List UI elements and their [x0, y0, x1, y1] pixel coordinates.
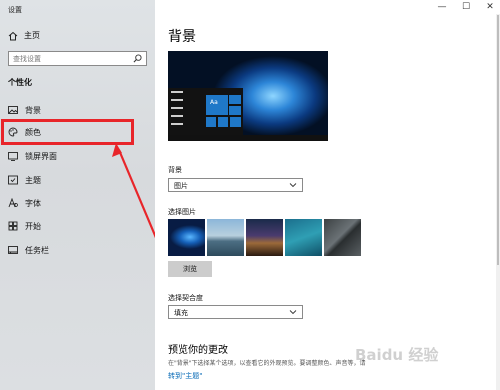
sidebar-item-label: 背景 — [25, 105, 41, 115]
preview-tile — [229, 106, 241, 115]
sidebar-item-label: 开始 — [25, 221, 41, 231]
scrollbar-thumb[interactable] — [497, 15, 499, 265]
browse-button[interactable]: 浏览 — [168, 261, 212, 277]
sidebar-item-fonts[interactable]: 字体 — [0, 193, 155, 213]
preview-changes-title: 预览你的更改 — [168, 345, 228, 356]
chevron-down-icon — [289, 181, 297, 189]
image-icon — [8, 105, 18, 115]
page-title: 背景 — [168, 29, 196, 45]
picture-thumbnail[interactable] — [207, 219, 244, 256]
minimize-button[interactable]: — — [435, 2, 449, 12]
home-link[interactable]: 主页 — [8, 30, 40, 41]
sidebar-item-label: 主题 — [25, 175, 41, 185]
close-button[interactable]: ✕ — [483, 2, 497, 12]
picture-thumbnail[interactable] — [246, 219, 283, 256]
search-icon — [133, 54, 142, 63]
preview-menu-line — [171, 91, 183, 93]
sidebar-item-start[interactable]: 开始 — [0, 216, 155, 236]
preview-menu-line — [171, 107, 183, 109]
sidebar-item-themes[interactable]: 主题 — [0, 170, 155, 190]
preview-menu-line — [171, 123, 183, 125]
preview-tile: Aa — [206, 95, 228, 115]
background-dropdown[interactable]: 图片 — [168, 178, 303, 192]
chevron-down-icon — [289, 308, 297, 316]
taskbar-icon — [8, 245, 18, 255]
main-content: — ☐ ✕ 背景 Aa 背景 图片 选择图片 浏览 选择契合度 填充 预览你的更… — [155, 0, 500, 390]
sidebar-item-label: 任务栏 — [25, 245, 49, 255]
preview-changes-description: 在"背景"下选择某个选项，以查看它的外观预览。要调整颜色、声音等，请 — [168, 360, 366, 367]
home-icon — [8, 31, 18, 41]
sidebar: 设置 主页 查找设置 个性化 背景 颜色 锁屏界面 主题 字体 开始 任务栏 — [0, 0, 155, 390]
background-value: 图片 — [174, 182, 188, 190]
home-label: 主页 — [24, 31, 40, 40]
picture-thumbnail[interactable] — [324, 219, 361, 256]
background-preview: Aa — [168, 51, 328, 141]
font-icon — [8, 198, 18, 208]
preview-menu-line — [171, 115, 183, 117]
theme-icon — [8, 175, 18, 185]
go-to-themes-link[interactable]: 转到"主题" — [168, 371, 202, 381]
preview-tile — [230, 117, 241, 127]
preview-tile — [218, 117, 228, 127]
preview-menu-line — [171, 99, 183, 101]
fit-dropdown[interactable]: 填充 — [168, 305, 303, 319]
picture-thumbnail[interactable] — [285, 219, 322, 256]
preview-tile — [206, 117, 216, 127]
watermark: Baidu 经验 — [355, 346, 439, 364]
sidebar-item-taskbar[interactable]: 任务栏 — [0, 240, 155, 260]
sidebar-item-label: 锁屏界面 — [25, 151, 57, 161]
window-title: 设置 — [8, 6, 22, 14]
picture-thumbnail[interactable] — [168, 219, 205, 256]
maximize-button[interactable]: ☐ — [459, 2, 473, 12]
lock-screen-icon — [8, 151, 18, 161]
sidebar-item-background[interactable]: 背景 — [0, 100, 155, 120]
preview-taskbar — [168, 135, 328, 141]
sidebar-item-label: 字体 — [25, 198, 41, 208]
section-title: 个性化 — [8, 78, 32, 87]
start-icon — [8, 221, 18, 231]
search-input[interactable]: 查找设置 — [8, 51, 147, 66]
search-placeholder: 查找设置 — [13, 55, 41, 63]
preview-tile-label: Aa — [210, 99, 218, 106]
fit-label: 选择契合度 — [168, 294, 203, 302]
highlight-box — [1, 119, 134, 145]
fit-value: 填充 — [174, 309, 188, 317]
background-label: 背景 — [168, 166, 182, 174]
sidebar-item-lock-screen[interactable]: 锁屏界面 — [0, 146, 155, 166]
preview-tile — [229, 95, 241, 104]
choose-picture-label: 选择图片 — [168, 208, 196, 216]
scrollbar[interactable] — [496, 14, 500, 390]
picture-thumbnails — [168, 219, 361, 256]
